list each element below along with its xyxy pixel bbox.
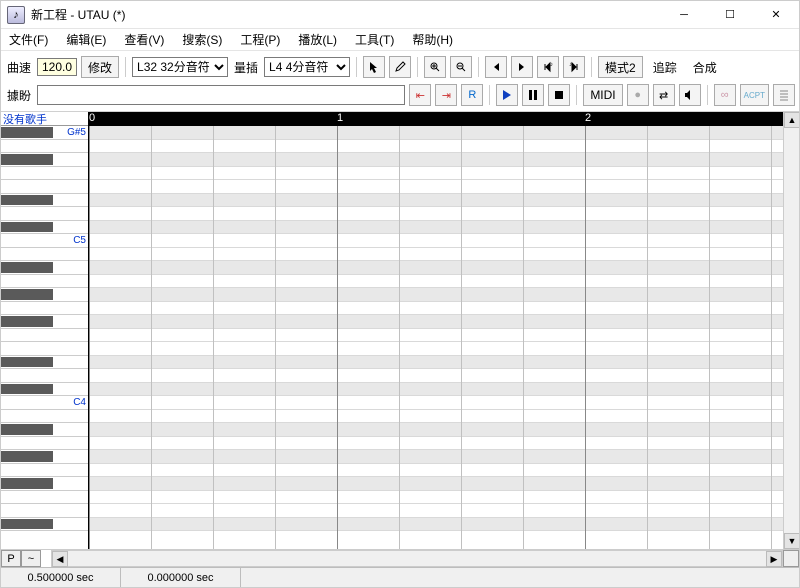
separator bbox=[356, 57, 357, 77]
menu-help[interactable]: 帮助(H) bbox=[408, 29, 457, 50]
trace-button[interactable]: 追踪 bbox=[647, 56, 683, 78]
separator bbox=[417, 57, 418, 77]
separator bbox=[576, 85, 577, 105]
window-buttons: ─ ☐ ✕ bbox=[661, 1, 799, 28]
menu-edit[interactable]: 编辑(E) bbox=[62, 29, 110, 50]
prev-note-button[interactable]: ♪ bbox=[537, 56, 559, 78]
separator bbox=[478, 57, 479, 77]
scroll-down-button[interactable]: ▼ bbox=[784, 533, 799, 549]
piano-keyboard[interactable]: G#5C5C4 bbox=[1, 126, 88, 549]
grid-area: 012 bbox=[89, 112, 783, 549]
separator bbox=[707, 85, 708, 105]
region-a-button[interactable]: ⇤ bbox=[409, 84, 431, 106]
modify-button[interactable]: 修改 bbox=[81, 56, 119, 78]
menu-project[interactable]: 工程(P) bbox=[236, 29, 284, 50]
main-area: 没有歌手 G#5C5C4 012 ▲ ▼ P ~ ◀ ▶ bbox=[1, 112, 799, 567]
tilde-toggle[interactable]: ~ bbox=[21, 550, 41, 567]
r-button[interactable]: R bbox=[461, 84, 483, 106]
zoom-out-button[interactable] bbox=[450, 56, 472, 78]
maximize-button[interactable]: ☐ bbox=[707, 1, 753, 28]
tempo-label: 曲速 bbox=[7, 59, 31, 76]
infinity-button[interactable]: ∞ bbox=[714, 84, 736, 106]
pause-button[interactable] bbox=[522, 84, 544, 106]
pointer-tool-button[interactable] bbox=[363, 56, 385, 78]
next-note-button[interactable]: ♪ bbox=[563, 56, 585, 78]
toolbar-row-1: 曲速 修改 L32 32分音符 量插 L4 4分音符 ♪ ♪ 模式2 追 bbox=[5, 54, 795, 80]
lyric-label: 據盼 bbox=[7, 87, 31, 104]
separator bbox=[489, 85, 490, 105]
pencil-tool-button[interactable] bbox=[389, 56, 411, 78]
separator bbox=[125, 57, 126, 77]
region-b-button[interactable]: ⇥ bbox=[435, 84, 457, 106]
mode2-button[interactable]: 模式2 bbox=[598, 56, 643, 78]
toolbar-row-2: 據盼 ⇤ ⇥ R MIDI ● ⇄ ∞ ACPT bbox=[5, 82, 795, 108]
piano-roll: 没有歌手 G#5C5C4 012 ▲ ▼ bbox=[1, 112, 799, 549]
singer-label[interactable]: 没有歌手 bbox=[1, 112, 88, 126]
scroll-up-button[interactable]: ▲ bbox=[784, 112, 799, 128]
scroll-left-button[interactable]: ◀ bbox=[52, 551, 68, 567]
stop-button[interactable] bbox=[548, 84, 570, 106]
scroll-right-button[interactable]: ▶ bbox=[766, 551, 782, 567]
menu-tools[interactable]: 工具(T) bbox=[351, 29, 398, 50]
menu-view[interactable]: 查看(V) bbox=[120, 29, 168, 50]
status-time-2: 0.000000 sec bbox=[121, 568, 241, 587]
go-end-button[interactable] bbox=[511, 56, 533, 78]
app-icon: ♪ bbox=[7, 6, 25, 24]
menu-bar: 文件(F) 编辑(E) 查看(V) 搜索(S) 工程(P) 播放(L) 工具(T… bbox=[1, 29, 799, 51]
note-grid[interactable] bbox=[89, 126, 783, 549]
settings-icon[interactable] bbox=[773, 84, 795, 106]
p-toggle[interactable]: P bbox=[1, 550, 21, 567]
toolbar: 曲速 修改 L32 32分音符 量插 L4 4分音符 ♪ ♪ 模式2 追 bbox=[1, 51, 799, 112]
vertical-scrollbar[interactable]: ▲ ▼ bbox=[783, 112, 799, 549]
close-button[interactable]: ✕ bbox=[753, 1, 799, 28]
window-title: 新工程 - UTAU (*) bbox=[31, 6, 661, 23]
acpt-button[interactable]: ACPT bbox=[740, 84, 769, 106]
left-column: 没有歌手 G#5C5C4 bbox=[1, 112, 89, 549]
loop-button[interactable]: ⇄ bbox=[653, 84, 675, 106]
play-button[interactable] bbox=[496, 84, 518, 106]
menu-play[interactable]: 播放(L) bbox=[294, 29, 341, 50]
length-select[interactable]: L4 4分音符 bbox=[264, 57, 350, 77]
svg-text:♪: ♪ bbox=[550, 62, 553, 68]
speaker-button[interactable] bbox=[679, 84, 701, 106]
time-ruler[interactable]: 012 bbox=[89, 112, 783, 126]
corner-box bbox=[783, 550, 799, 567]
horizontal-scrollbar[interactable]: ◀ ▶ bbox=[51, 550, 783, 567]
go-start-button[interactable] bbox=[485, 56, 507, 78]
synth-button[interactable]: 合成 bbox=[687, 56, 723, 78]
insert-label: 量插 bbox=[234, 59, 258, 76]
midi-button[interactable]: MIDI bbox=[583, 84, 622, 106]
separator bbox=[591, 57, 592, 77]
record-button[interactable]: ● bbox=[627, 84, 649, 106]
tempo-input[interactable] bbox=[37, 58, 77, 76]
title-bar: ♪ 新工程 - UTAU (*) ─ ☐ ✕ bbox=[1, 1, 799, 29]
lyric-input[interactable] bbox=[37, 85, 405, 105]
bottom-controls: P ~ ◀ ▶ bbox=[1, 549, 799, 567]
menu-search[interactable]: 搜索(S) bbox=[178, 29, 226, 50]
minimize-button[interactable]: ─ bbox=[661, 1, 707, 28]
menu-file[interactable]: 文件(F) bbox=[5, 29, 52, 50]
svg-text:♪: ♪ bbox=[569, 62, 572, 68]
zoom-in-button[interactable] bbox=[424, 56, 446, 78]
quantize-select[interactable]: L32 32分音符 bbox=[132, 57, 228, 77]
status-time-1: 0.500000 sec bbox=[1, 568, 121, 587]
status-bar: 0.500000 sec 0.000000 sec bbox=[1, 567, 799, 587]
